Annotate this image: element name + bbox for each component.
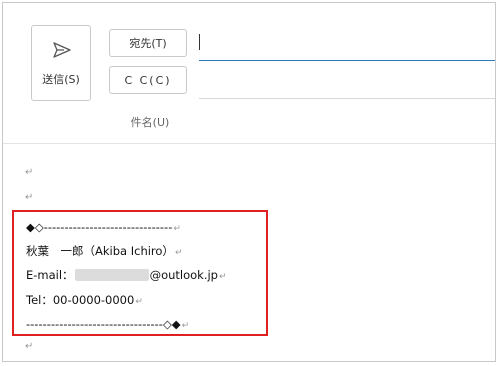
paragraph-mark-icon: ↵ bbox=[25, 167, 34, 178]
message-body[interactable]: ↵ ↵ ◆◇-------------------------------↵ 秋… bbox=[3, 144, 495, 362]
paragraph-mark-icon: ↵ bbox=[174, 248, 183, 258]
text-cursor bbox=[199, 34, 200, 50]
signature-top-border: ◆◇-------------------------------↵ bbox=[26, 220, 181, 234]
cc-button[interactable]: C C(C) bbox=[109, 66, 187, 94]
subject-label: 件名(U) bbox=[130, 116, 170, 129]
signature-email-domain: @outlook.jp bbox=[149, 268, 218, 282]
subject-input[interactable] bbox=[199, 103, 495, 139]
signature-tel: Tel：00-0000-0000 bbox=[26, 293, 135, 307]
paragraph-mark-icon: ↵ bbox=[135, 297, 143, 307]
signature-name: 秋葉 一郎（Akiba Ichiro） bbox=[26, 244, 174, 258]
signature-email-line: E-mail： @outlook.jp↵ bbox=[26, 267, 227, 283]
to-button[interactable]: 宛先(T) bbox=[109, 29, 187, 57]
signature-tel-line: Tel：00-0000-0000↵ bbox=[26, 292, 143, 308]
signature-bottom-border: ---------------------------------◇◆↵ bbox=[26, 317, 189, 331]
paragraph-mark-icon: ↵ bbox=[218, 272, 227, 282]
paragraph-mark-icon: ↵ bbox=[173, 224, 181, 234]
mail-compose-window: 送信(S) 宛先(T) C C(C) 件名(U) ↵ ↵ ◆◇---------… bbox=[2, 2, 496, 362]
signature-diamonds-right: ◇◆ bbox=[162, 317, 181, 331]
signature-name-line: 秋葉 一郎（Akiba Ichiro）↵ bbox=[26, 243, 182, 259]
compose-header: 送信(S) 宛先(T) C C(C) 件名(U) bbox=[3, 3, 495, 144]
paragraph-mark-icon: ↵ bbox=[25, 192, 34, 203]
cc-input[interactable] bbox=[199, 63, 495, 99]
paragraph-mark-icon: ↵ bbox=[181, 321, 190, 331]
to-input[interactable] bbox=[199, 25, 495, 61]
blurred-email-user bbox=[74, 269, 149, 281]
signature-email-label: E-mail： bbox=[26, 268, 74, 282]
signature-dashes: ------------------------------- bbox=[43, 220, 173, 234]
send-icon bbox=[53, 42, 71, 58]
signature-dashes: --------------------------------- bbox=[26, 317, 163, 331]
signature-highlight-box: ◆◇-------------------------------↵ 秋葉 一郎… bbox=[12, 210, 268, 336]
send-button-label: 送信(S) bbox=[42, 73, 80, 86]
send-button[interactable]: 送信(S) bbox=[31, 25, 91, 101]
paragraph-mark-icon: ↵ bbox=[25, 341, 34, 352]
signature-diamonds-left: ◆◇ bbox=[26, 220, 44, 234]
